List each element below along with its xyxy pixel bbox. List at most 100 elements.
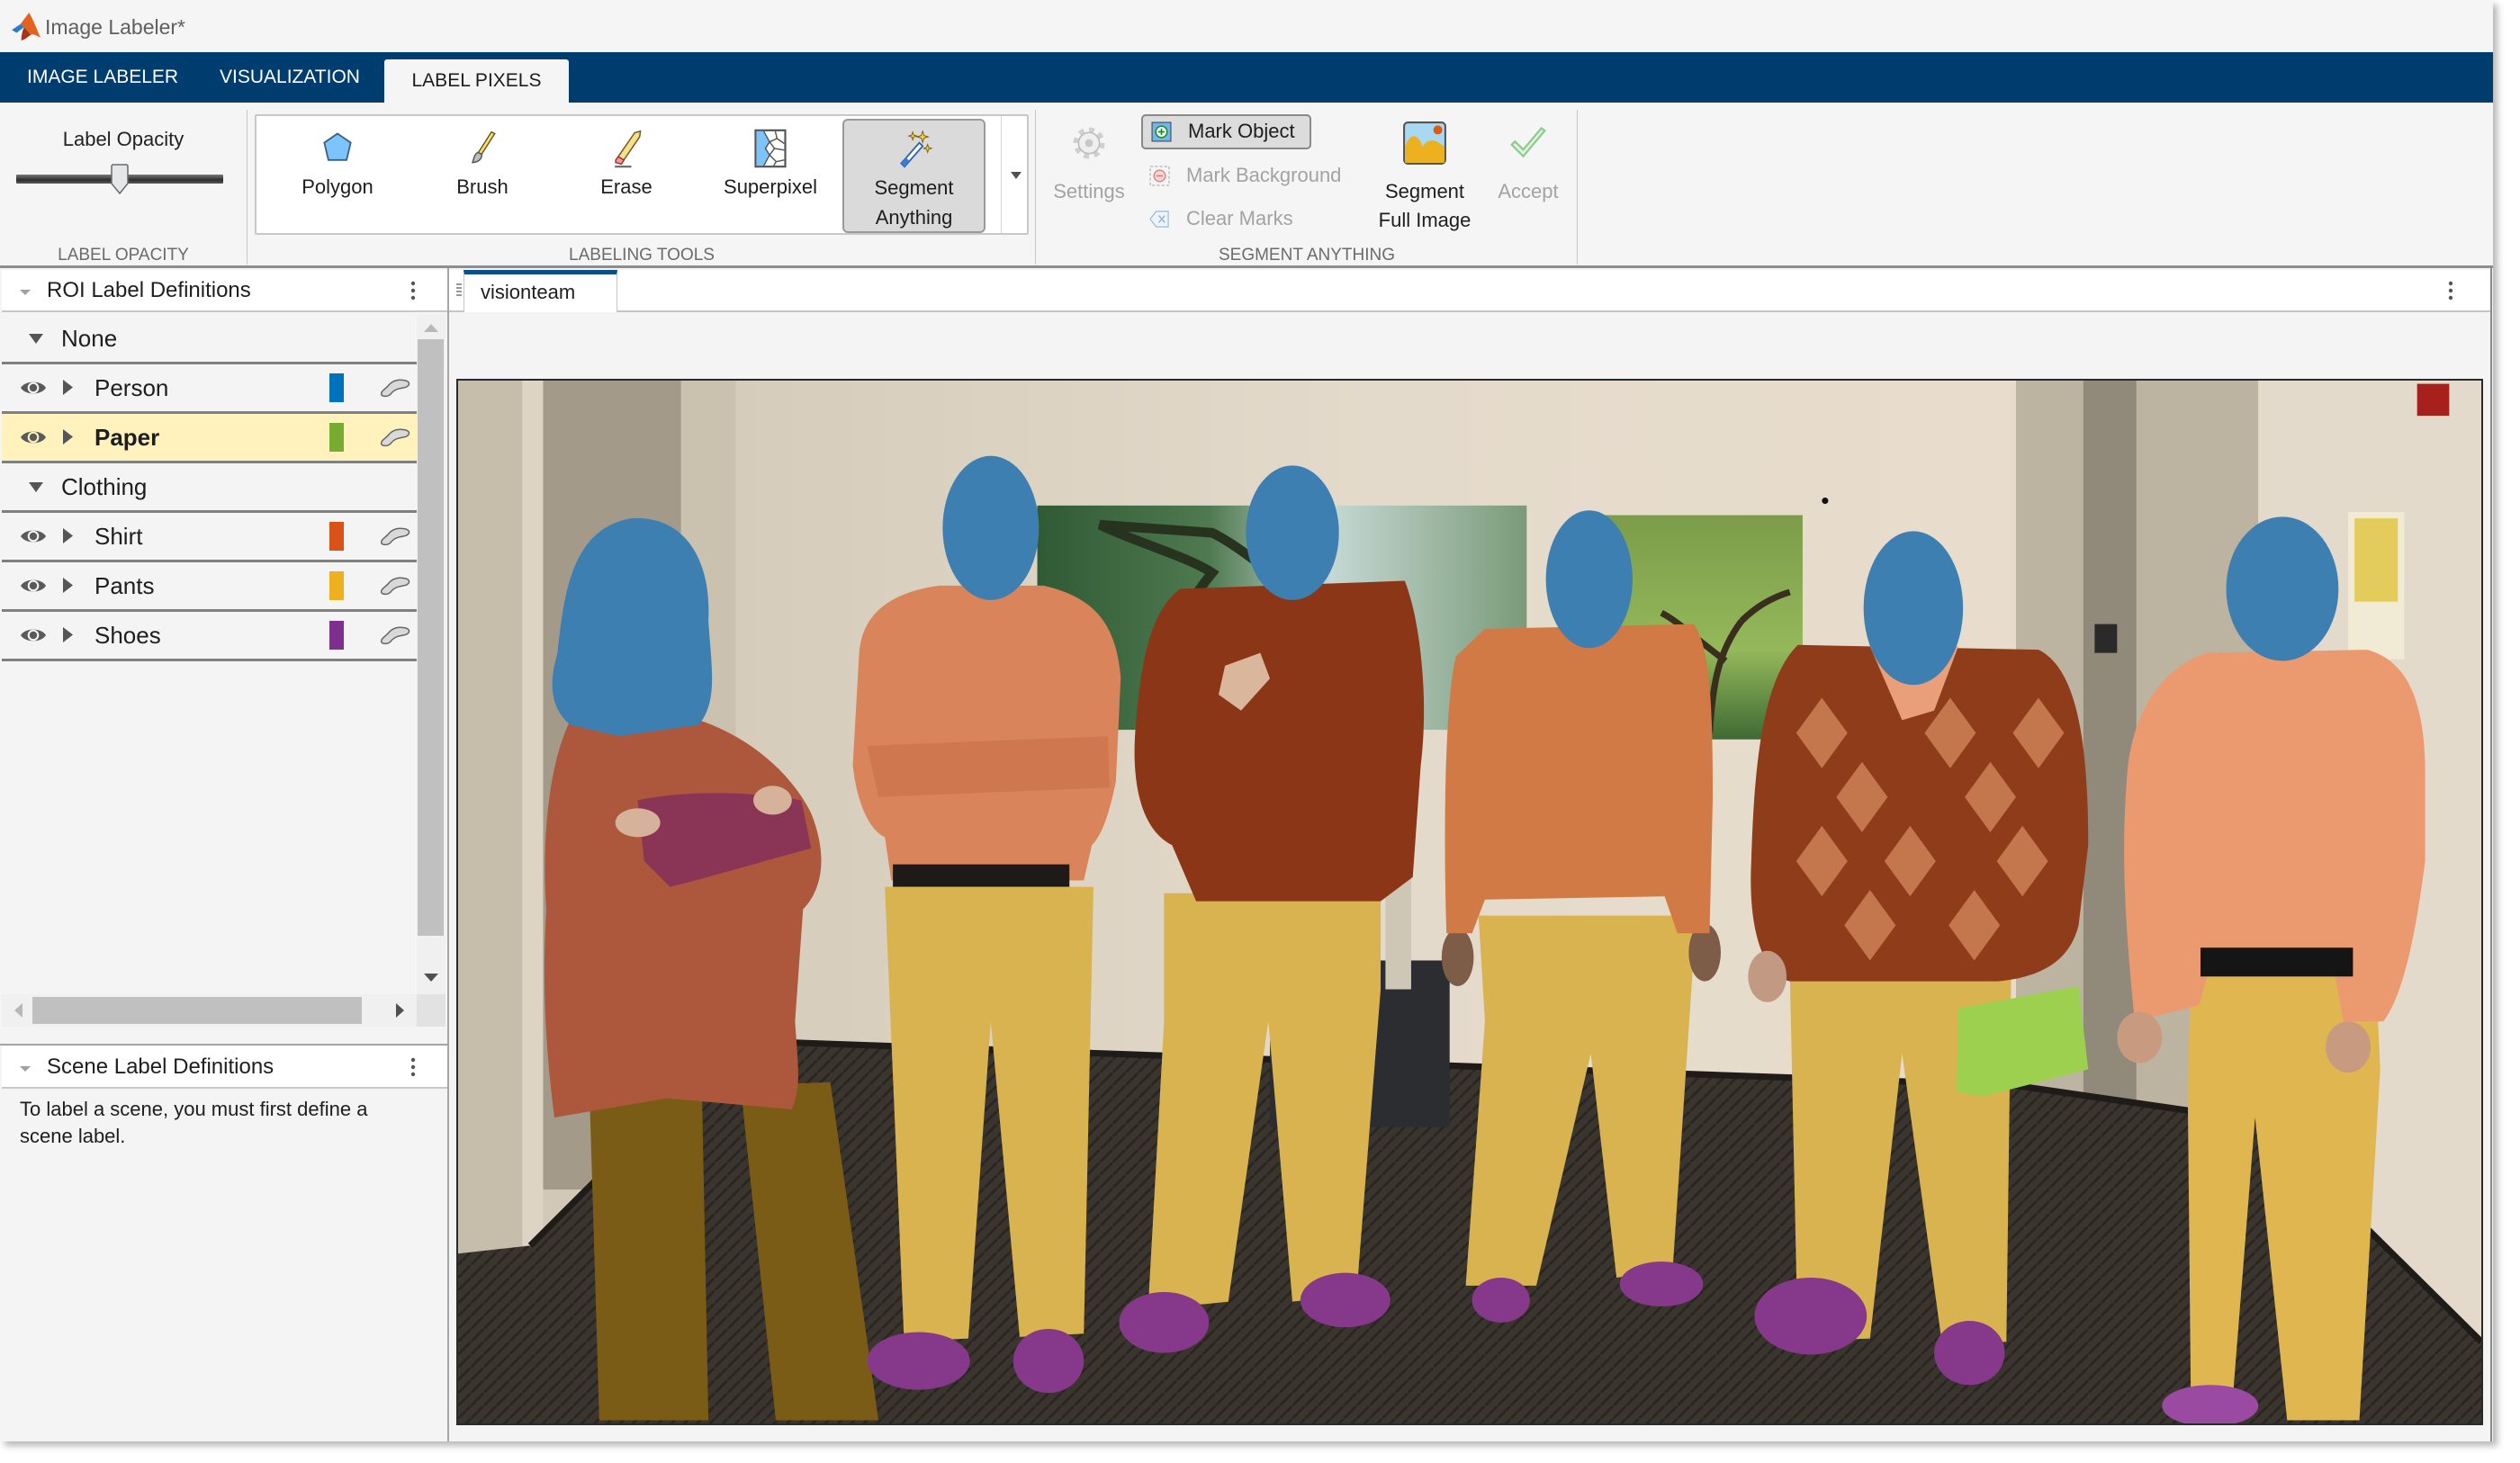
tab-label-pixels[interactable]: LABEL PIXELS [384, 59, 569, 103]
vertical-scrollbar[interactable] [417, 315, 446, 994]
label-name: Shirt [94, 523, 143, 550]
expand-arrow-icon[interactable] [63, 578, 73, 593]
collapse-icon[interactable] [18, 1064, 32, 1073]
eye-icon[interactable] [20, 577, 47, 595]
elevator-sign [2094, 624, 2118, 653]
label-row-person[interactable]: Person [2, 364, 417, 414]
segment-anything-tool-button[interactable]: Segment Anything [842, 119, 986, 233]
clear-marks-label: Clear Marks [1186, 207, 1293, 229]
scene-panel-title: Scene Label Definitions [47, 1055, 274, 1079]
polygon-tool-button[interactable]: Polygon [292, 116, 382, 233]
hand [2326, 1021, 2371, 1073]
collapse-group-icon[interactable] [29, 334, 43, 344]
shoes-label-region [1619, 1261, 1704, 1307]
brush-tool-label: Brush [456, 175, 508, 198]
tab-image-labeler[interactable]: IMAGE LABELER [27, 52, 178, 103]
more-options-icon[interactable] [409, 280, 418, 301]
belt [2200, 947, 2354, 977]
collapse-group-icon[interactable] [29, 482, 43, 492]
shoes-label-region [1754, 1277, 1868, 1355]
shoes-label-region [1119, 1292, 1210, 1353]
label-row-shirt[interactable]: Shirt [2, 513, 417, 562]
scroll-right-arrow-icon[interactable] [396, 1003, 404, 1018]
group-name: None [61, 325, 118, 352]
accept-label: Accept [1498, 180, 1559, 202]
grip-icon[interactable] [456, 283, 462, 297]
eye-icon[interactable] [20, 428, 47, 446]
expand-arrow-icon[interactable] [63, 627, 73, 642]
scroll-left-arrow-icon[interactable] [14, 1003, 22, 1018]
superpixel-tool-label: Superpixel [724, 175, 817, 198]
gallery-expand-button[interactable] [1001, 116, 1029, 233]
expand-arrow-icon[interactable] [63, 528, 73, 543]
more-options-icon[interactable] [2446, 280, 2455, 301]
eye-icon[interactable] [20, 626, 47, 644]
label-color-swatch[interactable] [329, 522, 344, 551]
vertical-scrollbar-thumb[interactable] [418, 339, 444, 936]
expand-arrow-icon[interactable] [63, 380, 73, 395]
expand-arrow-icon[interactable] [63, 429, 73, 444]
scene-panel-header[interactable]: Scene Label Definitions [2, 1046, 447, 1089]
hand [2117, 1011, 2163, 1064]
segment-full-image-button[interactable]: Segment Full Image [1375, 103, 1474, 238]
fire-alarm [2416, 383, 2450, 417]
hand [615, 808, 661, 838]
section-separator [247, 110, 248, 265]
shoes-label-region [1012, 1328, 1084, 1394]
label-name: Shoes [94, 622, 161, 649]
roi-panel-header[interactable]: ROI Label Definitions [2, 270, 447, 312]
elevator-door-frame [2083, 381, 2137, 1121]
accept-button[interactable]: Accept [1490, 103, 1566, 238]
scroll-down-arrow-icon[interactable] [424, 974, 438, 982]
labeling-tools-section-title: LABELING TOOLS [569, 246, 715, 265]
label-color-swatch[interactable] [329, 621, 344, 650]
label-color-swatch[interactable] [329, 571, 344, 600]
pixel-label-icon [379, 378, 411, 398]
window-title: Image Labeler* [45, 15, 185, 39]
mark-background-button[interactable]: Mark Background [1141, 162, 1375, 189]
mark-background-label: Mark Background [1186, 164, 1342, 186]
eye-icon[interactable] [20, 379, 47, 397]
horizontal-scrollbar[interactable] [2, 994, 417, 1027]
matlab-logo-icon [11, 11, 41, 41]
collapse-icon[interactable] [18, 288, 32, 297]
person-label-region [942, 455, 1040, 600]
document-tab-visionteam[interactable]: visionteam [464, 270, 617, 312]
shirt-label-region [1444, 624, 1714, 934]
pixel-label-icon [379, 625, 411, 645]
section-separator [1035, 110, 1036, 265]
label-color-swatch[interactable] [329, 373, 344, 402]
label-row-paper[interactable]: Paper [2, 414, 417, 463]
panel-divider[interactable] [0, 1044, 447, 1046]
scrollbar-corner [417, 994, 446, 1027]
hand [1748, 950, 1787, 1002]
mark-object-button[interactable]: Mark Object [1141, 114, 1311, 149]
erase-tool-button[interactable]: Erase [581, 116, 671, 233]
brush-icon [463, 129, 502, 168]
tab-visualization[interactable]: VISUALIZATION [220, 52, 360, 103]
hand [753, 785, 792, 815]
horizontal-scrollbar-thumb[interactable] [32, 997, 362, 1024]
label-row-shoes[interactable]: Shoes [2, 612, 417, 661]
label-group-clothing[interactable]: Clothing [2, 463, 417, 513]
brush-tool-button[interactable]: Brush [437, 116, 527, 233]
document-area: visionteam [449, 268, 2492, 1441]
clear-marks-icon [1149, 209, 1170, 229]
image-canvas[interactable] [456, 379, 2483, 1425]
shoes-label-region [1300, 1272, 1390, 1328]
superpixel-tool-button[interactable]: Superpixel [716, 116, 824, 233]
scroll-up-arrow-icon[interactable] [424, 324, 438, 332]
door-frame [522, 381, 544, 1246]
pixel-label-icon [379, 576, 411, 596]
more-options-icon[interactable] [409, 1056, 418, 1078]
opacity-slider-thumb[interactable] [110, 164, 130, 194]
eye-icon[interactable] [20, 527, 47, 545]
label-definitions-panel: ROI Label Definitions None Person Paper … [0, 268, 449, 1441]
label-group-none[interactable]: None [2, 315, 417, 364]
shirt-label-region [867, 736, 1110, 797]
clear-marks-button[interactable]: Clear Marks [1141, 205, 1375, 232]
segment-full-image-label-line1: Segment [1384, 180, 1465, 202]
settings-button[interactable]: Settings [1051, 103, 1127, 238]
label-color-swatch[interactable] [329, 423, 344, 452]
label-row-pants[interactable]: Pants [2, 562, 417, 612]
